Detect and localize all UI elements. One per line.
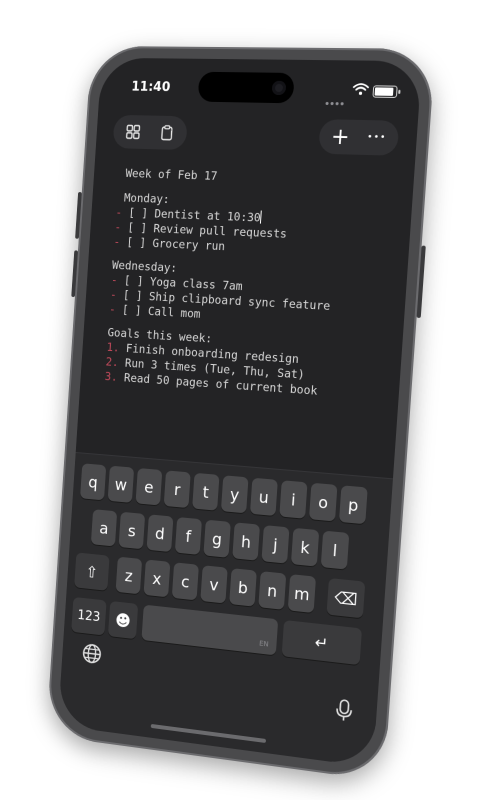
- battery-icon: [372, 85, 401, 99]
- key-k[interactable]: k: [290, 527, 320, 567]
- line-text: Monday:: [123, 190, 170, 207]
- key-l[interactable]: l: [320, 530, 350, 570]
- key-t[interactable]: t: [192, 472, 220, 511]
- phone-frame: 11:40 + ••• Week of Feb 17 Monday: - []…: [46, 45, 436, 782]
- delete-key[interactable]: ⌫: [326, 578, 366, 619]
- screen: 11:40 + ••• Week of Feb 17 Monday: - []…: [57, 57, 423, 768]
- key-a[interactable]: a: [90, 509, 118, 547]
- key-n[interactable]: n: [258, 571, 287, 610]
- note-editor[interactable]: Week of Feb 17 Monday: - [ ] Dentist at 10…: [89, 156, 401, 472]
- more-options-button[interactable]: •••: [356, 120, 397, 156]
- list-dash: -: [108, 301, 117, 316]
- globe-icon[interactable]: [80, 641, 104, 667]
- list-number: 2.: [105, 354, 120, 370]
- new-note-button[interactable]: +: [320, 119, 361, 155]
- microphone-icon[interactable]: [333, 697, 355, 724]
- list-dash: -: [110, 272, 119, 287]
- key-j[interactable]: j: [261, 525, 290, 564]
- list-dash: -: [114, 219, 122, 234]
- key-s[interactable]: s: [118, 511, 146, 550]
- note-heading-line: Monday:: [124, 191, 170, 207]
- clipboard-button[interactable]: [148, 116, 186, 150]
- volume-down-button: [71, 250, 78, 298]
- signal-icon: [325, 90, 350, 106]
- wifi-icon: [352, 83, 369, 95]
- list-number: 3.: [104, 369, 119, 384]
- key-g[interactable]: g: [203, 519, 231, 558]
- home-indicator: [150, 723, 267, 744]
- keyboard: q w e r t y u i o p a s d f g h j k l ⇧ z x c v b n m ⌫ 123 ☻ EN ↵: [57, 452, 393, 768]
- volume-up-button: [75, 191, 82, 239]
- status-time: 11:40: [130, 79, 171, 96]
- list-dash: -: [115, 205, 123, 220]
- toolbar-left-group: [112, 114, 188, 151]
- key-c[interactable]: c: [171, 562, 199, 601]
- camera-icon: [271, 80, 287, 96]
- key-p[interactable]: p: [338, 485, 368, 525]
- key-q[interactable]: q: [80, 463, 107, 501]
- power-button: [416, 245, 426, 319]
- list-dash: -: [113, 234, 121, 249]
- key-v[interactable]: v: [200, 565, 228, 604]
- key-r[interactable]: r: [163, 470, 191, 509]
- numbers-key[interactable]: 123: [71, 596, 107, 636]
- key-x[interactable]: x: [143, 559, 171, 598]
- clipboard-icon: [159, 125, 175, 141]
- key-b[interactable]: b: [229, 568, 257, 607]
- key-u[interactable]: u: [249, 477, 278, 517]
- text-cursor: [260, 210, 263, 224]
- key-z[interactable]: z: [115, 556, 143, 595]
- list-dash: -: [109, 287, 118, 302]
- space-key[interactable]: EN: [141, 604, 279, 656]
- scene: 11:40 + ••• Week of Feb 17 Monday: - []…: [0, 0, 480, 800]
- key-h[interactable]: h: [232, 522, 261, 561]
- key-f[interactable]: f: [174, 517, 202, 555]
- key-o[interactable]: o: [308, 482, 338, 522]
- grid-view-button[interactable]: [114, 115, 152, 149]
- key-i[interactable]: i: [279, 480, 308, 519]
- list-number: 1.: [106, 339, 120, 355]
- key-m[interactable]: m: [287, 574, 317, 614]
- shift-key[interactable]: ⇧: [74, 552, 110, 591]
- return-key[interactable]: ↵: [281, 620, 363, 666]
- note-heading-line: Week of Feb 17: [125, 166, 218, 184]
- key-d[interactable]: d: [146, 514, 174, 553]
- emoji-key[interactable]: ☻: [107, 600, 139, 640]
- grid-icon: [125, 124, 141, 140]
- line-text: Week of Feb 17: [125, 166, 218, 183]
- key-e[interactable]: e: [135, 468, 163, 506]
- line-text: [ ] Call mom: [121, 302, 201, 321]
- line-text: [ ] Grocery run: [126, 235, 226, 254]
- dynamic-island: [197, 71, 295, 104]
- toolbar-right-group: + •••: [318, 119, 400, 156]
- key-w[interactable]: w: [107, 465, 135, 503]
- key-y[interactable]: y: [220, 475, 249, 514]
